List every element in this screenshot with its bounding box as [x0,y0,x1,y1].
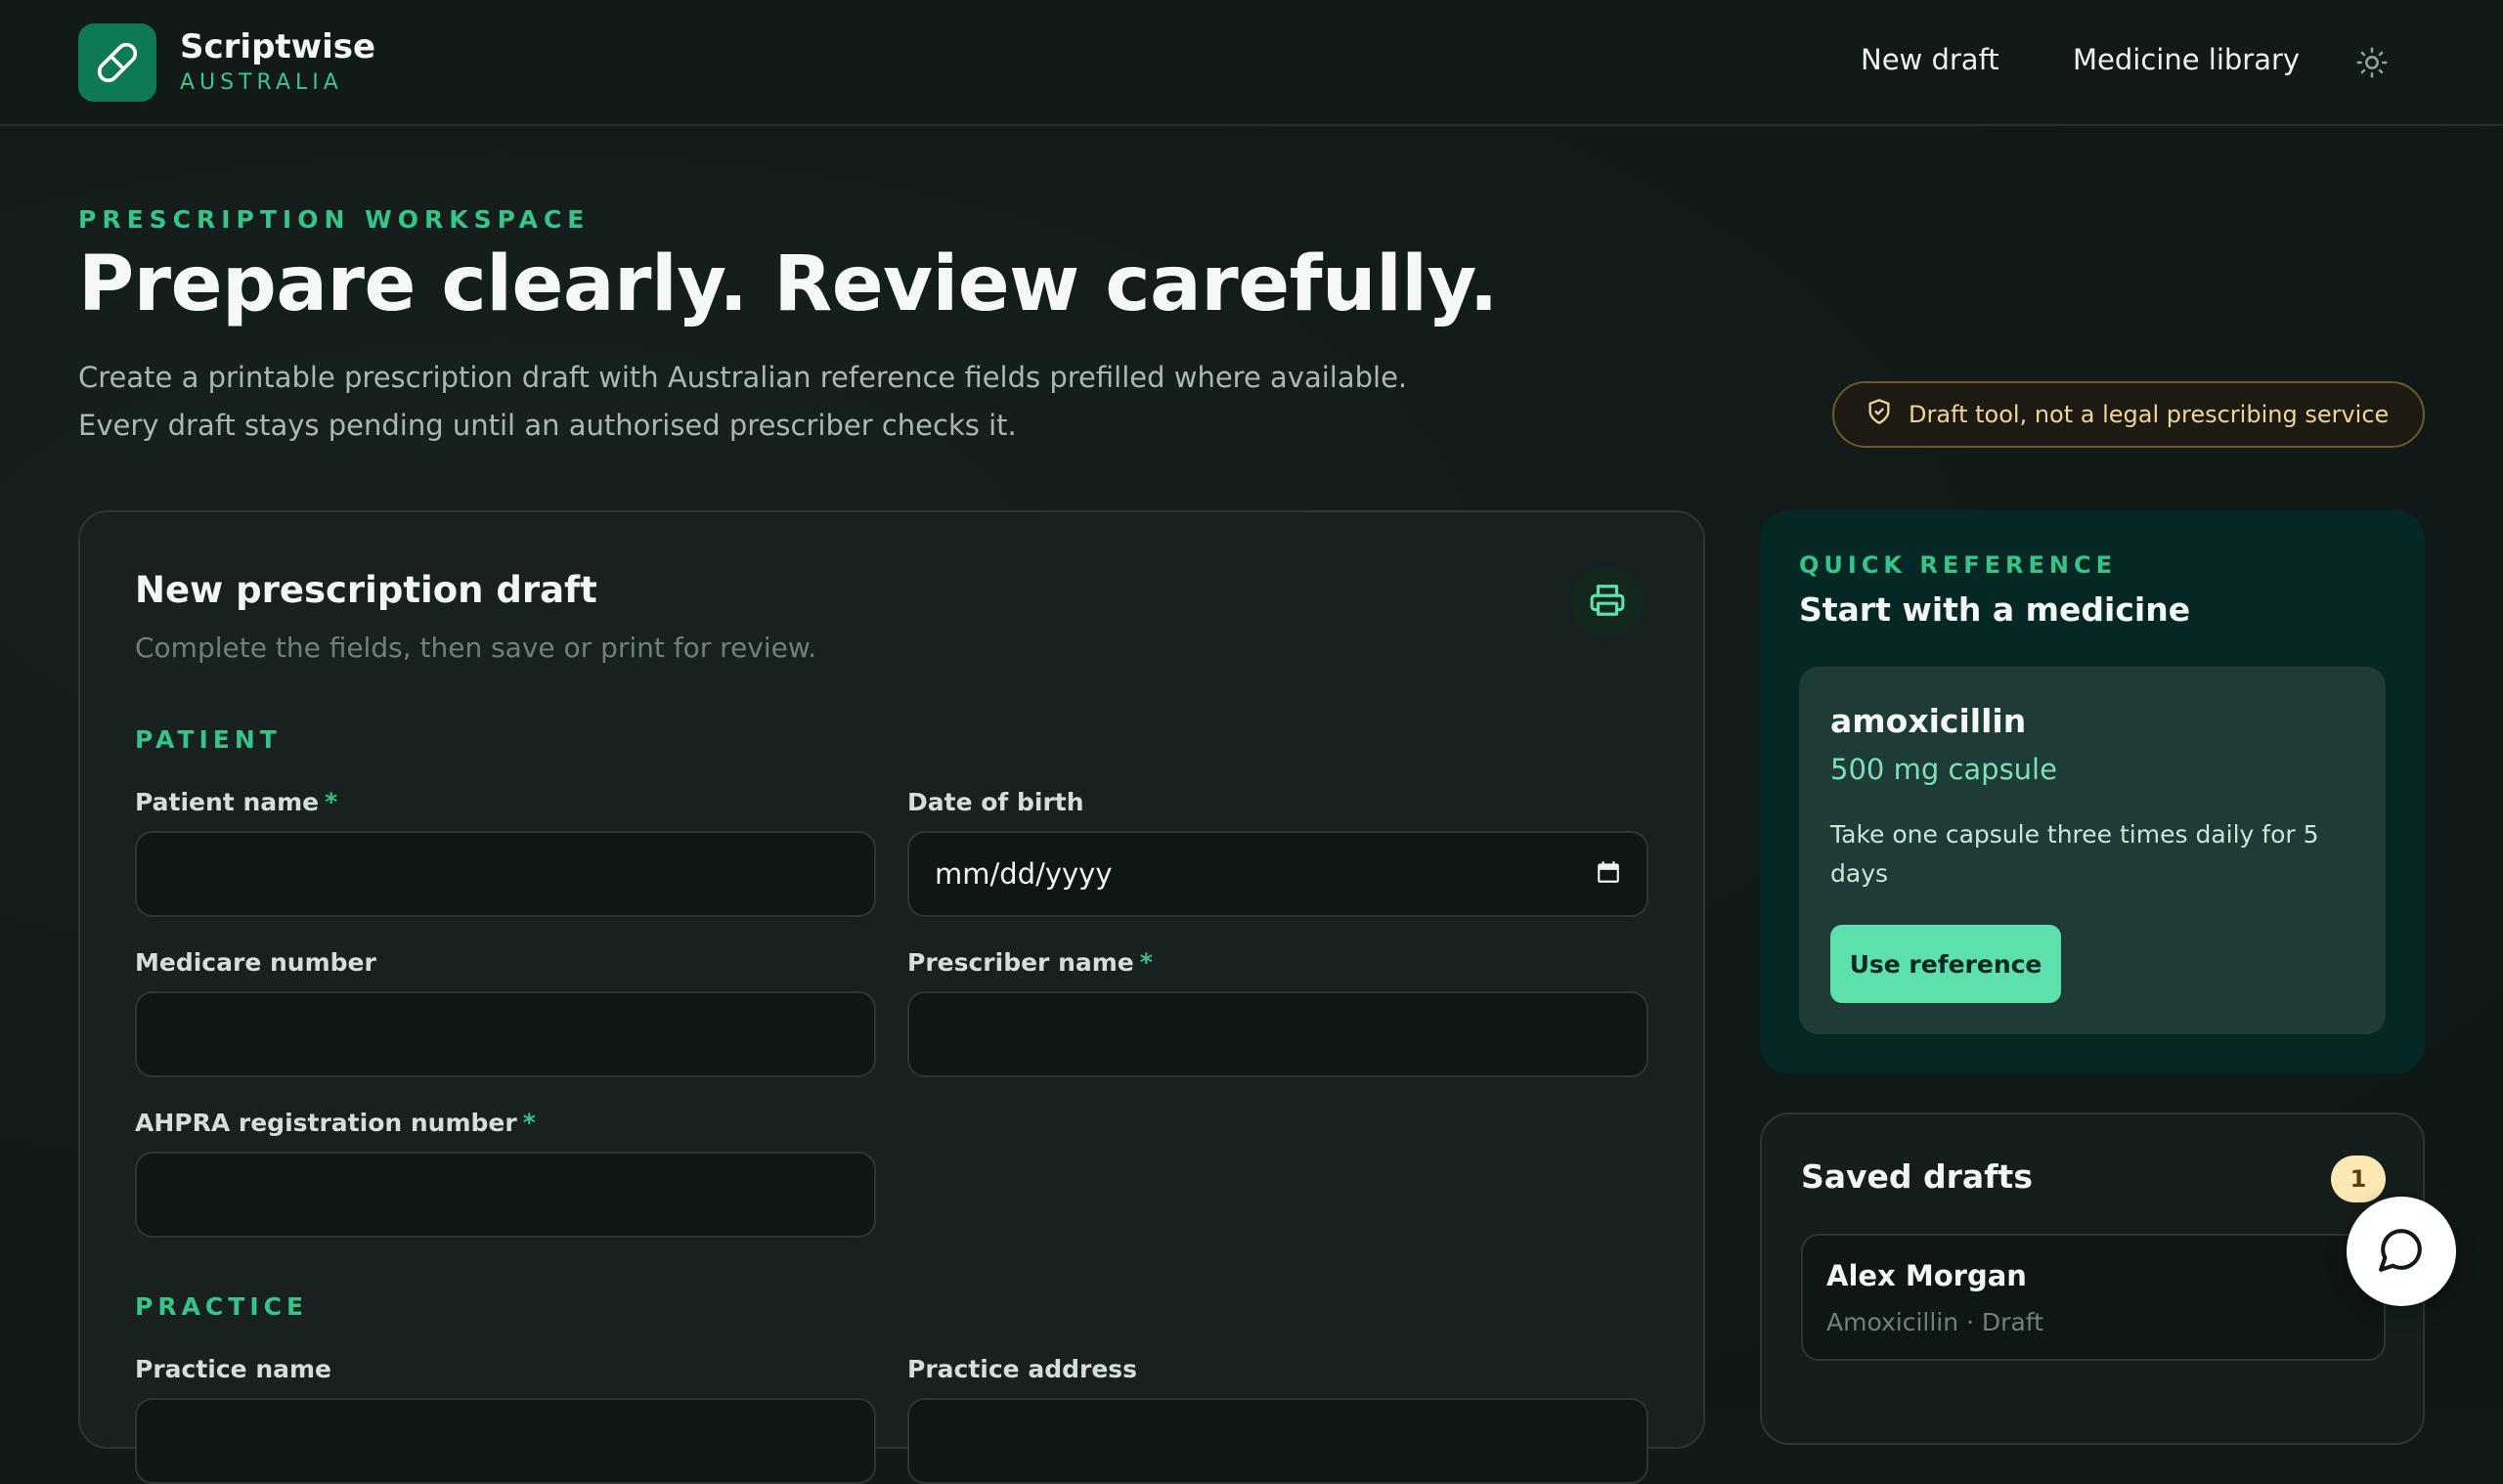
brand-name[interactable]: Scriptwise [180,27,375,66]
required-marker: * [522,1109,536,1137]
saved-drafts-panel: Saved drafts 1 Alex Morgan Amoxicillin ·… [1760,1113,2425,1445]
draft-patient-name: Alex Morgan [1826,1259,2027,1292]
date-of-birth-label: Date of birth [907,788,1084,816]
quick-reference-panel: QUICK REFERENCE Start with a medicine am… [1760,510,2425,1073]
chat-bubble-icon [2377,1225,2426,1278]
printer-icon [1589,582,1626,623]
chat-button[interactable] [2347,1197,2456,1306]
patient-name-input[interactable] [135,831,876,917]
practice-name-input[interactable] [135,1398,876,1484]
patient-name-label: Patient name * [135,788,337,816]
medicine-card: amoxicillin 500 mg capsule Take one caps… [1799,667,2386,1034]
ahpra-number-input[interactable] [135,1152,876,1238]
print-button[interactable] [1572,567,1643,637]
saved-draft-item[interactable]: Alex Morgan Amoxicillin · Draft [1801,1234,2386,1361]
required-marker: * [325,788,338,816]
calendar-icon[interactable] [1596,859,1621,889]
ahpra-number-label-text: AHPRA registration number [135,1109,517,1137]
hero-eyebrow: PRESCRIPTION WORKSPACE [78,205,591,234]
practice-address-label: Practice address [907,1355,1138,1383]
hero-description-line-2: Every draft stays pending until an autho… [78,409,1017,442]
draft-meta: Amoxicillin · Draft [1826,1308,2043,1336]
medicare-number-input[interactable] [135,991,876,1077]
required-marker: * [1139,948,1153,977]
ahpra-number-label: AHPRA registration number * [135,1109,536,1137]
medicine-directions: Take one capsule three times daily for 5… [1830,820,2319,888]
form-title: New prescription draft [135,569,597,611]
medicine-strength: 500 mg capsule [1830,753,2057,786]
section-practice: PRACTICE [135,1292,309,1321]
prescriber-name-label-text: Prescriber name [907,948,1134,977]
quick-reference-eyebrow: QUICK REFERENCE [1799,551,2118,579]
top-header: Scriptwise AUSTRALIA New draft Medicine … [0,0,2503,126]
shield-check-icon [1866,398,1893,431]
date-of-birth-input[interactable]: mm/dd/yyyy [907,831,1648,917]
brand-region: AUSTRALIA [180,70,343,95]
nav-medicine-library[interactable]: Medicine library [2073,43,2300,76]
disclaimer-text: Draft tool, not a legal prescribing serv… [1909,401,2390,428]
saved-drafts-count-badge: 1 [2331,1156,2386,1202]
saved-drafts-title: Saved drafts [1801,1157,2033,1196]
prescriber-name-label: Prescriber name * [907,948,1153,977]
hero-description-line-1: Create a printable prescription draft wi… [78,361,1408,394]
disclaimer-badge: Draft tool, not a legal prescribing serv… [1832,381,2425,448]
quick-reference-title: Start with a medicine [1799,590,2191,629]
patient-name-label-text: Patient name [135,788,320,816]
hero-description: Create a printable prescription draft wi… [78,354,1467,450]
form-subtitle: Complete the fields, then save or print … [135,632,817,664]
pill-icon[interactable] [78,23,156,102]
page-title: Prepare clearly. Review carefully. [78,240,1498,328]
section-patient: PATIENT [135,725,282,754]
prescriber-name-input[interactable] [907,991,1648,1077]
sun-icon[interactable] [2352,43,2392,82]
practice-name-label: Practice name [135,1355,332,1383]
practice-address-input[interactable] [907,1398,1648,1484]
prescription-form-card: New prescription draft Complete the fiel… [78,510,1705,1484]
medicine-name: amoxicillin [1830,702,2027,740]
nav-new-draft[interactable]: New draft [1861,43,1999,76]
use-reference-button[interactable]: Use reference [1830,925,2061,1003]
date-of-birth-placeholder: mm/dd/yyyy [935,857,1113,891]
medicare-number-label: Medicare number [135,948,376,977]
